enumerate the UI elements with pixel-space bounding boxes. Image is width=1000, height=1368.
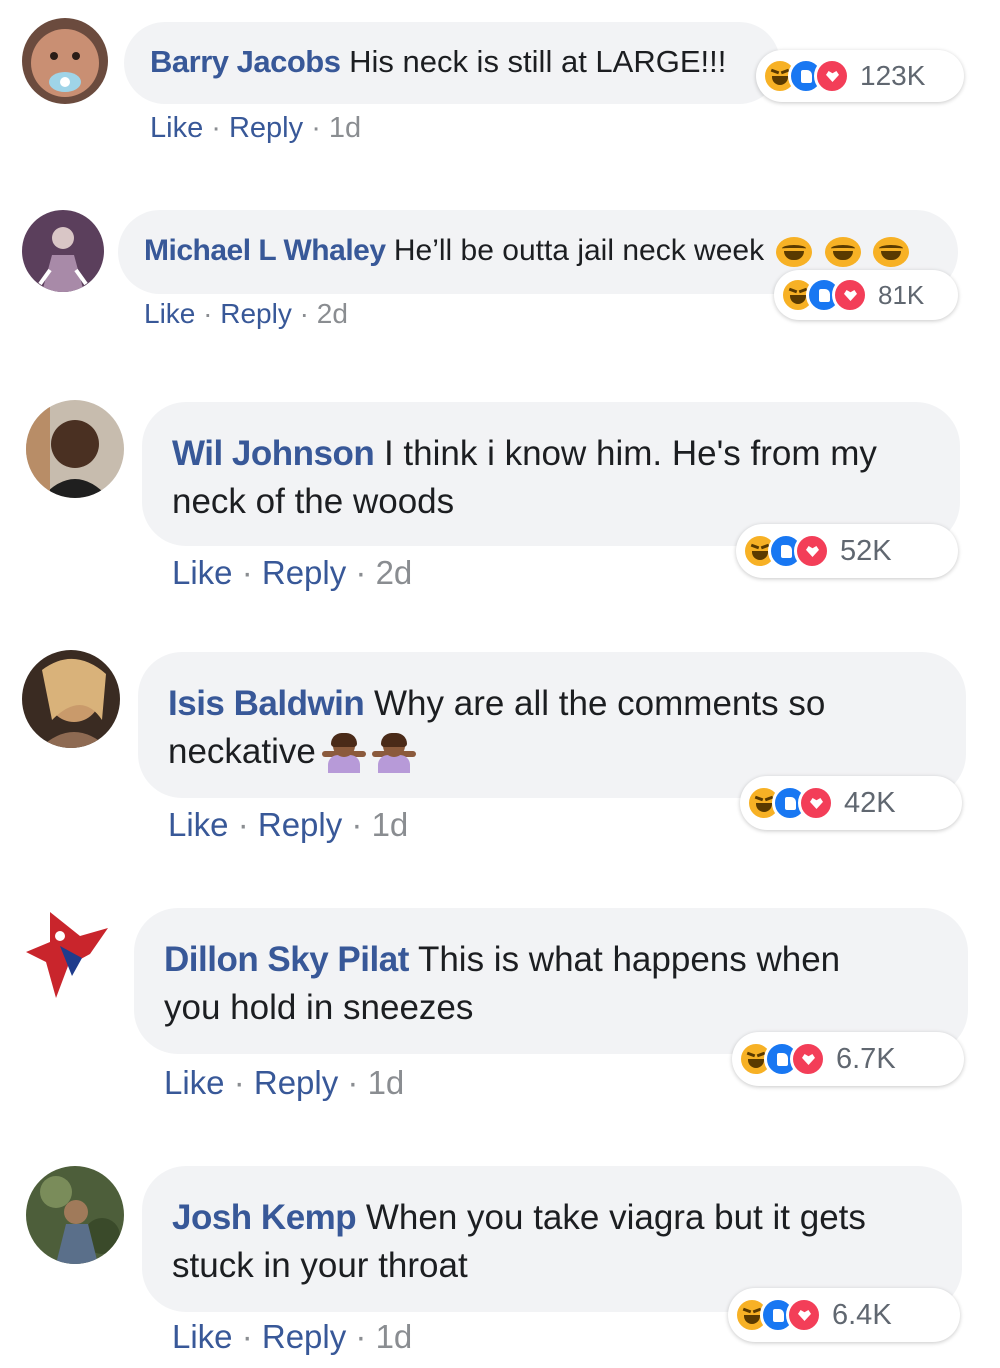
laughing-crying-emoji-icon xyxy=(776,237,813,268)
comment-text: you hold in sneezes xyxy=(164,988,474,1027)
like-link[interactable]: Like xyxy=(172,1318,233,1355)
person-avatar-icon xyxy=(26,400,124,498)
comment-text: I think i know him. He's from my xyxy=(383,434,877,473)
comment-text: Why are all the comments so xyxy=(374,684,826,723)
reply-link[interactable]: Reply xyxy=(220,298,292,329)
comment-age[interactable]: 2d xyxy=(317,298,348,329)
separator-dot: · xyxy=(228,806,258,843)
comment-actions: Like · Reply · 1d xyxy=(150,112,361,145)
comment-author[interactable]: Josh Kemp xyxy=(172,1198,357,1237)
comment-text: stuck in your throat xyxy=(172,1246,468,1285)
like-link[interactable]: Like xyxy=(150,112,203,144)
love-reaction-icon xyxy=(794,533,830,569)
reaction-count: 123K xyxy=(860,60,926,91)
reactions-summary[interactable]: 6.4K xyxy=(728,1288,960,1342)
like-link[interactable]: Like xyxy=(172,554,233,591)
avatar[interactable] xyxy=(22,210,104,292)
comment-actions: Like · Reply · 1d xyxy=(172,1318,412,1356)
like-link[interactable]: Like xyxy=(144,298,195,329)
reaction-count: 42K xyxy=(844,786,896,819)
reactions-summary[interactable]: 81K xyxy=(774,270,958,320)
reaction-count: 81K xyxy=(878,279,925,310)
person-shrugging-emoji-icon xyxy=(371,732,416,773)
reaction-count: 52K xyxy=(840,534,892,567)
comment-author[interactable]: Isis Baldwin xyxy=(168,684,365,723)
like-link[interactable]: Like xyxy=(164,1064,225,1101)
comment-age[interactable]: 1d xyxy=(368,1064,405,1101)
avatar[interactable] xyxy=(22,18,108,104)
comment-author[interactable]: Wil Johnson xyxy=(172,434,375,473)
separator-dot: · xyxy=(232,554,262,591)
comment-bubble: Barry Jacobs His neck is still at LARGE!… xyxy=(124,22,780,104)
comment-author[interactable]: Barry Jacobs xyxy=(150,44,341,79)
reply-link[interactable]: Reply xyxy=(262,1318,346,1355)
separator-dot: · xyxy=(232,1318,262,1355)
baby-avatar-icon xyxy=(22,18,108,104)
reactions-summary[interactable]: 52K xyxy=(736,524,958,578)
comment-text: He’ll be outta jail neck week xyxy=(393,234,765,267)
comment-actions: Like · Reply · 1d xyxy=(168,806,408,844)
reactions-summary[interactable]: 6.7K xyxy=(732,1032,964,1086)
comment-actions: Like · Reply · 1d xyxy=(164,1064,404,1102)
comment-age[interactable]: 1d xyxy=(329,112,361,144)
separator-dot: · xyxy=(224,1064,254,1101)
avatar[interactable] xyxy=(26,1166,124,1264)
comment-text: When you take viagra but it gets xyxy=(365,1198,866,1237)
like-link[interactable]: Like xyxy=(168,806,229,843)
separator-dot: · xyxy=(291,298,317,329)
love-reaction-icon xyxy=(798,785,834,821)
separator-dot: · xyxy=(346,1318,376,1355)
separator-dot: · xyxy=(203,112,229,144)
comment-text: neck of the woods xyxy=(172,482,455,521)
person-avatar-icon xyxy=(22,210,104,292)
reply-link[interactable]: Reply xyxy=(229,112,303,144)
comment-age[interactable]: 1d xyxy=(376,1318,413,1355)
comment-actions: Like · Reply · 2d xyxy=(144,298,348,330)
love-reaction-icon xyxy=(786,1297,822,1333)
separator-dot: · xyxy=(342,806,372,843)
reactions-summary[interactable]: 42K xyxy=(740,776,962,830)
comment-text: neckative xyxy=(168,732,316,771)
comment-author[interactable]: Dillon Sky Pilat xyxy=(164,940,409,979)
separator-dot: · xyxy=(338,1064,368,1101)
love-reaction-icon xyxy=(832,277,868,313)
comment-age[interactable]: 1d xyxy=(372,806,409,843)
separator-dot: · xyxy=(346,554,376,591)
laughing-crying-emoji-icon xyxy=(873,237,910,268)
avatar[interactable] xyxy=(22,650,120,748)
reply-link[interactable]: Reply xyxy=(258,806,342,843)
separator-dot: · xyxy=(195,298,221,329)
separator-dot: · xyxy=(303,112,329,144)
laughing-crying-emoji-icon xyxy=(824,237,861,268)
comment-author[interactable]: Michael L Whaley xyxy=(144,234,386,267)
person-shrugging-emoji-icon xyxy=(321,732,366,773)
reply-link[interactable]: Reply xyxy=(262,554,346,591)
person-avatar-icon xyxy=(22,650,120,748)
comment-text: His neck is still at LARGE!!! xyxy=(349,44,727,79)
comment-text: This is what happens when xyxy=(417,940,841,979)
spiderman-avatar-icon xyxy=(20,906,116,1002)
person-avatar-icon xyxy=(26,1166,124,1264)
reaction-count: 6.7K xyxy=(836,1042,896,1075)
love-reaction-icon xyxy=(790,1041,826,1077)
comment-actions: Like · Reply · 2d xyxy=(172,554,412,592)
avatar[interactable] xyxy=(20,906,116,1002)
comment-age[interactable]: 2d xyxy=(376,554,413,591)
reply-link[interactable]: Reply xyxy=(254,1064,338,1101)
reaction-count: 6.4K xyxy=(832,1298,892,1331)
love-reaction-icon xyxy=(814,58,850,94)
avatar[interactable] xyxy=(26,400,124,498)
reactions-summary[interactable]: 123K xyxy=(756,50,964,102)
